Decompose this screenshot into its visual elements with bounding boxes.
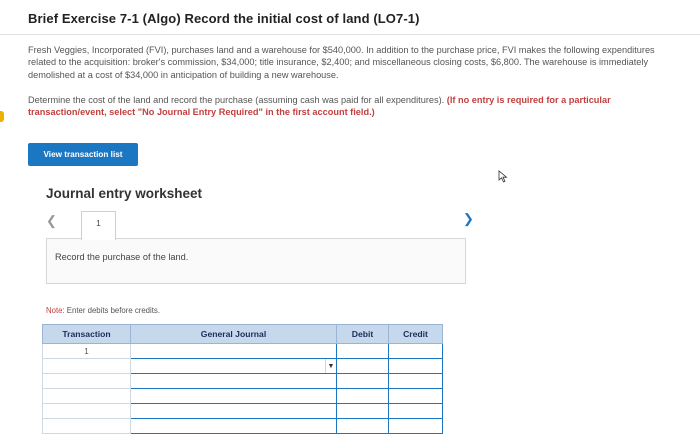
worksheet-page-tab[interactable]: 1: [81, 211, 116, 240]
column-header-credit: Credit: [388, 324, 443, 344]
credit-input[interactable]: [388, 358, 443, 374]
debit-input[interactable]: [336, 418, 389, 434]
note-text: Enter debits before credits.: [64, 306, 160, 315]
table-row: [42, 418, 443, 434]
entry-note: Note: Enter debits before credits.: [46, 306, 160, 315]
credit-input[interactable]: [388, 403, 443, 419]
debit-input[interactable]: [336, 373, 389, 389]
credit-input[interactable]: [388, 373, 443, 389]
chevron-right-icon[interactable]: ❯: [463, 211, 474, 227]
column-header-transaction: Transaction: [42, 324, 131, 344]
table-header-row: Transaction General Journal Debit Credit: [42, 324, 443, 344]
problem-instructions: Determine the cost of the land and recor…: [28, 94, 673, 119]
transaction-number: [42, 403, 131, 419]
table-row: [42, 388, 443, 404]
account-select[interactable]: [130, 343, 337, 359]
column-header-debit: Debit: [336, 324, 389, 344]
view-transaction-list-button[interactable]: View transaction list: [28, 143, 138, 166]
transaction-number: [42, 388, 131, 404]
credit-input[interactable]: [388, 343, 443, 359]
question-marker: [0, 111, 4, 122]
account-select[interactable]: [130, 388, 340, 404]
column-header-general-journal: General Journal: [130, 324, 337, 344]
account-select[interactable]: [130, 373, 337, 389]
table-row: ▼: [42, 358, 443, 374]
transaction-number: [42, 373, 131, 389]
transaction-number: 1: [42, 343, 131, 359]
worksheet-instruction-panel: Record the purchase of the land.: [46, 238, 466, 284]
debit-input[interactable]: [336, 388, 389, 404]
title-divider: [0, 34, 700, 35]
instructions-text: Determine the cost of the land and recor…: [28, 95, 445, 105]
transaction-number: [42, 418, 131, 434]
table-row: 1: [42, 343, 443, 359]
dropdown-arrow-icon[interactable]: ▼: [325, 359, 336, 373]
debit-input[interactable]: [336, 358, 389, 374]
table-row: [42, 373, 443, 389]
page-title: Brief Exercise 7-1 (Algo) Record the ini…: [28, 11, 420, 26]
journal-entry-table: Transaction General Journal Debit Credit…: [42, 324, 443, 434]
worksheet-title: Journal entry worksheet: [46, 186, 203, 201]
account-select[interactable]: [130, 418, 340, 434]
transaction-number: [42, 358, 131, 374]
chevron-left-icon[interactable]: ❮: [46, 213, 57, 229]
account-select[interactable]: [130, 403, 340, 419]
credit-input[interactable]: [388, 418, 443, 434]
debit-input[interactable]: [336, 403, 389, 419]
table-row: [42, 403, 443, 419]
mouse-pointer-icon: [498, 170, 508, 188]
account-select[interactable]: ▼: [130, 358, 337, 374]
problem-description: Fresh Veggies, Incorporated (FVI), purch…: [28, 45, 655, 80]
worksheet-instruction: Record the purchase of the land.: [55, 252, 189, 262]
credit-input[interactable]: [388, 388, 443, 404]
debit-input[interactable]: [336, 343, 389, 359]
note-label: Note:: [46, 306, 65, 315]
